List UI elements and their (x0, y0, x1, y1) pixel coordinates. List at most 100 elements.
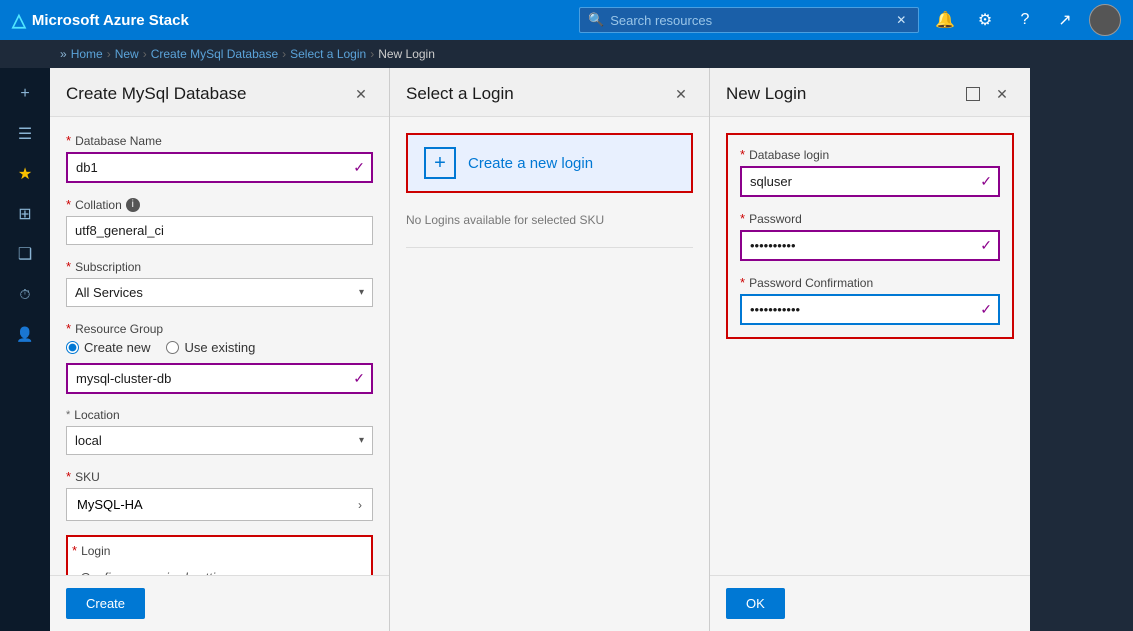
resource-group-group: * Resource Group Create new Use existing (66, 321, 373, 394)
collation-input-wrapper (66, 216, 373, 245)
top-bar-icons: 🔔 ⚙ ? ↗ (929, 4, 1121, 36)
maximize-icon[interactable] (966, 87, 980, 101)
sku-chevron-icon: › (358, 498, 362, 512)
create-button[interactable]: Create (66, 588, 145, 619)
panel-create-body: * Database Name ✓ * Collation i (50, 117, 389, 575)
required-star-2: * (66, 197, 71, 212)
panel-create-footer: Create (50, 575, 389, 631)
panel-create-close-button[interactable]: ✕ (349, 82, 373, 106)
sidebar-menu-icon[interactable]: ☰ (5, 116, 45, 152)
panel-new-login-close-button[interactable]: ✕ (990, 82, 1014, 106)
feedback-button[interactable]: ↗ (1049, 4, 1081, 36)
breadcrumb-select-login[interactable]: Select a Login (290, 47, 366, 61)
radio-create-new[interactable]: Create new (66, 340, 150, 355)
password-group: * Password ✓ (740, 211, 1000, 261)
panels-container: Create MySql Database ✕ * Database Name … (50, 68, 1133, 631)
search-bar[interactable]: 🔍 ✕ (579, 7, 919, 33)
panel-new-login-footer: OK (710, 575, 1030, 631)
password-input-wrapper: ✓ (740, 230, 1000, 261)
database-name-label: * Database Name (66, 133, 373, 148)
required-star-6: * (72, 543, 77, 558)
app-title: Microsoft Azure Stack (32, 12, 189, 29)
sku-value: MySQL-HA (77, 497, 143, 512)
breadcrumb-create-mysql[interactable]: Create MySql Database (151, 47, 278, 61)
required-star-5: * (66, 469, 71, 484)
search-input[interactable] (610, 13, 890, 28)
radio-use-existing[interactable]: Use existing (166, 340, 255, 355)
subscription-group: * Subscription All Services ▾ (66, 259, 373, 307)
sidebar-grid-icon[interactable]: ⊞ (5, 196, 45, 232)
panel-select-login-header: Select a Login ✕ (390, 68, 709, 117)
panel-select-login: Select a Login ✕ + Create a new login No… (390, 68, 710, 631)
panel-select-login-close-button[interactable]: ✕ (669, 82, 693, 106)
collation-label: * Collation i (66, 197, 373, 212)
breadcrumb-expand[interactable]: » (60, 47, 67, 61)
required-star-3: * (66, 259, 71, 274)
collation-input[interactable] (67, 217, 372, 244)
resource-group-check-icon: ✓ (353, 370, 371, 387)
panel-new-login-header: New Login ✕ (710, 68, 1030, 117)
database-login-label: * Database login (740, 147, 1000, 162)
breadcrumb-current: New Login (378, 47, 435, 61)
panel-new-login-title: New Login (726, 84, 806, 104)
settings-button[interactable]: ⚙ (969, 4, 1001, 36)
location-select-wrapper: local ▾ (66, 426, 373, 455)
subscription-select[interactable]: All Services (67, 279, 359, 306)
sidebar-user-icon[interactable]: 👤 (5, 316, 45, 352)
password-input[interactable] (742, 232, 980, 259)
divider (406, 247, 693, 248)
search-icon: 🔍 (588, 12, 604, 28)
notifications-button[interactable]: 🔔 (929, 4, 961, 36)
database-login-group: * Database login ✓ (740, 147, 1000, 197)
new-login-form-container: * Database login ✓ * Password (726, 133, 1014, 339)
help-button[interactable]: ? (1009, 4, 1041, 36)
database-login-check-icon: ✓ (980, 173, 998, 190)
password-confirm-label: * Password Confirmation (740, 275, 1000, 290)
required-star: * (66, 133, 71, 148)
collation-group: * Collation i (66, 197, 373, 245)
sku-label: * SKU (66, 469, 373, 484)
breadcrumb-home[interactable]: Home (71, 47, 103, 61)
password-confirm-input[interactable] (742, 296, 980, 323)
subscription-chevron-icon: ▾ (359, 287, 372, 298)
panel-new-login: New Login ✕ * Database login (710, 68, 1030, 631)
breadcrumb-new[interactable]: New (115, 47, 139, 61)
password-label: * Password (740, 211, 1000, 226)
panel-select-login-title: Select a Login (406, 84, 514, 104)
left-sidebar: + ☰ ★ ⊞ ❑ ⏱ 👤 (0, 68, 50, 631)
resource-group-label: * Resource Group (66, 321, 373, 336)
app-logo: △ Microsoft Azure Stack (12, 10, 569, 31)
required-star-8: * (740, 211, 745, 226)
resource-group-input-wrapper: ✓ (66, 363, 373, 394)
login-group: * Login Configure required settings › (66, 535, 373, 575)
collation-info-icon[interactable]: i (126, 198, 140, 212)
create-new-login-button[interactable]: + Create a new login (406, 133, 693, 193)
login-label: * Login (72, 541, 367, 562)
user-avatar[interactable] (1089, 4, 1121, 36)
breadcrumb: » Home › New › Create MySql Database › S… (0, 40, 1133, 68)
ok-button[interactable]: OK (726, 588, 785, 619)
location-select[interactable]: local (67, 427, 359, 454)
password-check-icon: ✓ (980, 237, 998, 254)
sidebar-clock-icon[interactable]: ⏱ (5, 276, 45, 312)
database-name-group: * Database Name ✓ (66, 133, 373, 183)
database-name-check-icon: ✓ (353, 159, 371, 176)
resource-group-input[interactable] (68, 365, 353, 392)
panel-new-login-body: * Database login ✓ * Password (710, 117, 1030, 575)
location-chevron-icon: ▾ (359, 435, 372, 446)
top-navigation-bar: △ Microsoft Azure Stack 🔍 ✕ 🔔 ⚙ ? ↗ (0, 0, 1133, 40)
sidebar-box-icon[interactable]: ❑ (5, 236, 45, 272)
database-login-input[interactable] (742, 168, 980, 195)
panel-create-mysql: Create MySql Database ✕ * Database Name … (50, 68, 390, 631)
required-star-9: * (740, 275, 745, 290)
azure-triangle-icon: △ (12, 10, 26, 31)
required-star-4: * (66, 321, 71, 336)
database-name-input[interactable] (68, 154, 353, 181)
login-field[interactable]: Configure required settings › (72, 566, 367, 575)
location-group: * Location local ▾ (66, 408, 373, 455)
search-clear-icon[interactable]: ✕ (896, 13, 906, 27)
sku-field[interactable]: MySQL-HA › (66, 488, 373, 521)
sidebar-favorites-icon[interactable]: ★ (5, 156, 45, 192)
sidebar-add-icon[interactable]: + (5, 76, 45, 112)
password-confirm-check-icon: ✓ (980, 301, 998, 318)
